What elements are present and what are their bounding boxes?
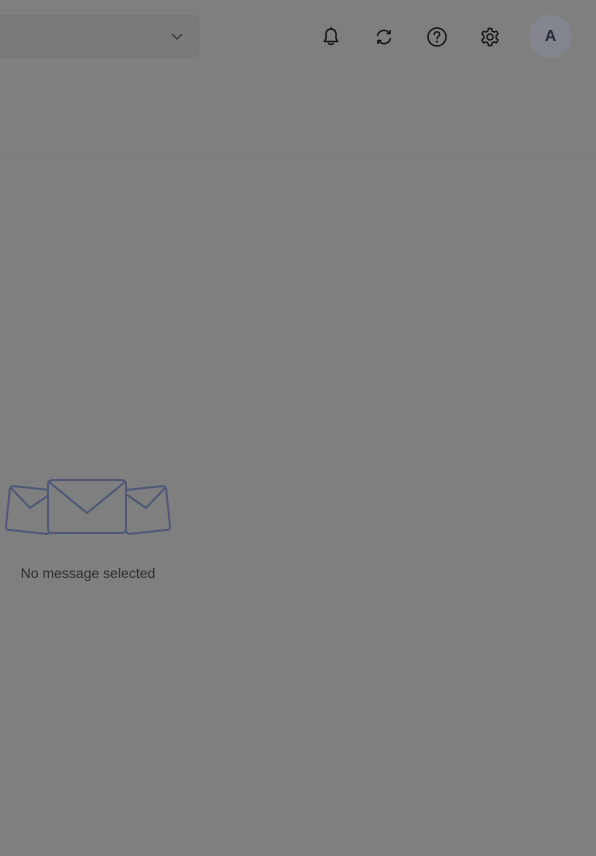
sync-icon bbox=[376, 29, 392, 45]
bell-icon bbox=[323, 27, 339, 46]
help-button[interactable] bbox=[422, 22, 452, 52]
account-dropdown[interactable] bbox=[0, 15, 199, 58]
sync-button[interactable] bbox=[369, 22, 399, 52]
mail-illustration-icon bbox=[5, 479, 171, 535]
settings-button[interactable] bbox=[475, 22, 505, 52]
avatar-initial: A bbox=[544, 27, 557, 45]
no-message-selected-text: No message selected bbox=[20, 565, 156, 581]
mail-window: A No message selected bbox=[0, 0, 596, 856]
chevron-down-icon bbox=[171, 33, 183, 40]
help-icon bbox=[427, 27, 447, 47]
avatar[interactable]: A bbox=[529, 15, 572, 58]
top-toolbar: A bbox=[0, 0, 596, 74]
gear-icon bbox=[481, 27, 499, 47]
notifications-button[interactable] bbox=[316, 22, 346, 52]
toolbar-divider bbox=[0, 153, 596, 154]
